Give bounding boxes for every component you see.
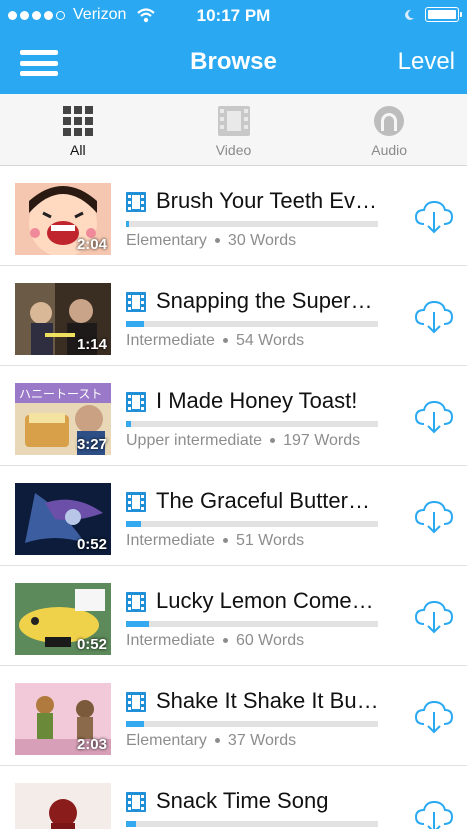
- video-thumbnail: [15, 783, 111, 829]
- word-count: 60 Words: [235, 632, 305, 649]
- list-item[interactable]: 0:52 Lucky Lemon Come… Intermediate 60 Word…: [0, 566, 467, 666]
- video-thumbnail: 0:52: [15, 583, 111, 655]
- video-type-icon: [126, 392, 146, 412]
- level-button[interactable]: Level: [398, 48, 455, 76]
- duration-label: 2:03: [76, 736, 107, 753]
- level-label: Intermediate: [126, 532, 215, 549]
- level-label: Intermediate: [126, 332, 215, 349]
- lesson-meta: Elementary 37 Words: [126, 732, 296, 750]
- list-item[interactable]: 2:03 Shake It Shake It Bu… Elementary 37 Wo…: [0, 666, 467, 766]
- progress-bar: [126, 521, 378, 527]
- lesson-title: The Graceful Butter…: [156, 488, 370, 513]
- tab-label: Video: [215, 142, 252, 158]
- top-bar: Verizon 10:17 PM Browse Level: [0, 0, 467, 94]
- lesson-title: I Made Honey Toast!: [156, 388, 358, 413]
- download-cloud-icon[interactable]: [414, 798, 454, 829]
- video-thumbnail: ハニートースト 3:27: [15, 383, 111, 455]
- video-thumbnail: 1:14: [15, 283, 111, 355]
- video-type-icon: [126, 492, 146, 512]
- film-icon: [217, 106, 250, 136]
- status-bar: Verizon 10:17 PM: [0, 0, 467, 32]
- video-type-icon: [126, 292, 146, 312]
- progress-fill: [126, 221, 129, 227]
- video-thumbnail: 0:52: [15, 483, 111, 555]
- headphones-icon: [374, 106, 405, 136]
- list-item[interactable]: 2:04 Brush Your Teeth Ev… Elementary 30 Wor…: [0, 166, 467, 266]
- lesson-title: Shake It Shake It Bu…: [156, 688, 379, 713]
- duration-label: 3:27: [76, 436, 107, 453]
- lesson-title: Brush Your Teeth Ev…: [156, 188, 377, 213]
- list-item[interactable]: 0:52 The Graceful Butter… Intermediate 51 W…: [0, 466, 467, 566]
- progress-fill: [126, 521, 142, 527]
- download-cloud-icon[interactable]: [414, 298, 454, 336]
- word-count: 54 Words: [235, 332, 305, 349]
- video-thumbnail: 2:03: [15, 683, 111, 755]
- tab-video[interactable]: Video: [156, 94, 312, 165]
- download-cloud-icon[interactable]: [414, 198, 454, 236]
- word-count: 37 Words: [227, 732, 297, 749]
- duration-label: 2:04: [76, 236, 107, 253]
- moon-icon: [405, 9, 414, 20]
- video-type-icon: [126, 692, 146, 712]
- separator-dot: [214, 238, 220, 244]
- list-item[interactable]: Snack Time Song: [0, 766, 467, 829]
- list-item[interactable]: ハニートースト 3:27 I Made Honey Toast! Upper inte…: [0, 366, 467, 466]
- duration-label: 1:14: [76, 336, 107, 353]
- progress-fill: [126, 721, 144, 727]
- level-label: Intermediate: [126, 632, 215, 649]
- level-label: Upper intermediate: [126, 432, 263, 449]
- lesson-meta: Upper intermediate 197 Words: [126, 432, 360, 450]
- separator-dot: [222, 638, 228, 644]
- separator-dot: [214, 738, 220, 744]
- lesson-list: 2:04 Brush Your Teeth Ev… Elementary 30 Wor…: [0, 166, 467, 829]
- lesson-meta: Elementary 30 Words: [126, 232, 296, 250]
- lesson-title: Snapping the Super…: [156, 288, 373, 313]
- download-cloud-icon[interactable]: [414, 498, 454, 536]
- progress-fill: [126, 321, 144, 327]
- progress-fill: [126, 421, 132, 427]
- lesson-meta: Intermediate 60 Words: [126, 632, 304, 650]
- progress-bar: [126, 721, 378, 727]
- progress-fill: [126, 821, 137, 827]
- video-type-icon: [126, 192, 146, 212]
- clock: 10:17 PM: [196, 6, 271, 25]
- word-count: 197 Words: [283, 432, 361, 449]
- tab-label: All: [70, 142, 86, 158]
- lesson-title: Lucky Lemon Come…: [156, 588, 374, 613]
- duration-label: 0:52: [76, 536, 107, 553]
- svg-text:ハニートースト: ハニートースト: [19, 387, 102, 401]
- tab-all[interactable]: All: [0, 94, 156, 165]
- level-label: Elementary: [126, 232, 207, 249]
- grid-icon: [62, 106, 93, 136]
- list-item[interactable]: 1:14 Snapping the Super… Intermediate 54 Wo…: [0, 266, 467, 366]
- download-cloud-icon[interactable]: [414, 398, 454, 436]
- progress-bar: [126, 621, 378, 627]
- duration-label: 0:52: [76, 636, 107, 653]
- progress-bar: [126, 421, 378, 427]
- progress-fill: [126, 621, 149, 627]
- navigation-bar: Browse Level: [0, 32, 467, 94]
- separator-dot: [270, 438, 276, 444]
- download-cloud-icon[interactable]: [414, 598, 454, 636]
- tab-label: Audio: [371, 142, 408, 158]
- tab-audio[interactable]: Audio: [311, 94, 467, 165]
- level-label: Elementary: [126, 732, 207, 749]
- lesson-meta: Intermediate 54 Words: [126, 332, 304, 350]
- progress-bar: [126, 321, 378, 327]
- battery-icon: [425, 7, 462, 22]
- separator-dot: [222, 338, 228, 344]
- word-count: 30 Words: [227, 232, 297, 249]
- progress-bar: [126, 821, 378, 827]
- video-type-icon: [126, 592, 146, 612]
- lesson-meta: Intermediate 51 Words: [126, 532, 304, 550]
- progress-bar: [126, 221, 378, 227]
- video-thumbnail: 2:04: [15, 183, 111, 255]
- filter-tabs: All Video Audio: [0, 94, 467, 166]
- word-count: 51 Words: [235, 532, 305, 549]
- video-type-icon: [126, 792, 146, 812]
- download-cloud-icon[interactable]: [414, 698, 454, 736]
- separator-dot: [222, 538, 228, 544]
- lesson-title: Snack Time Song: [156, 788, 329, 813]
- status-right: [403, 7, 462, 22]
